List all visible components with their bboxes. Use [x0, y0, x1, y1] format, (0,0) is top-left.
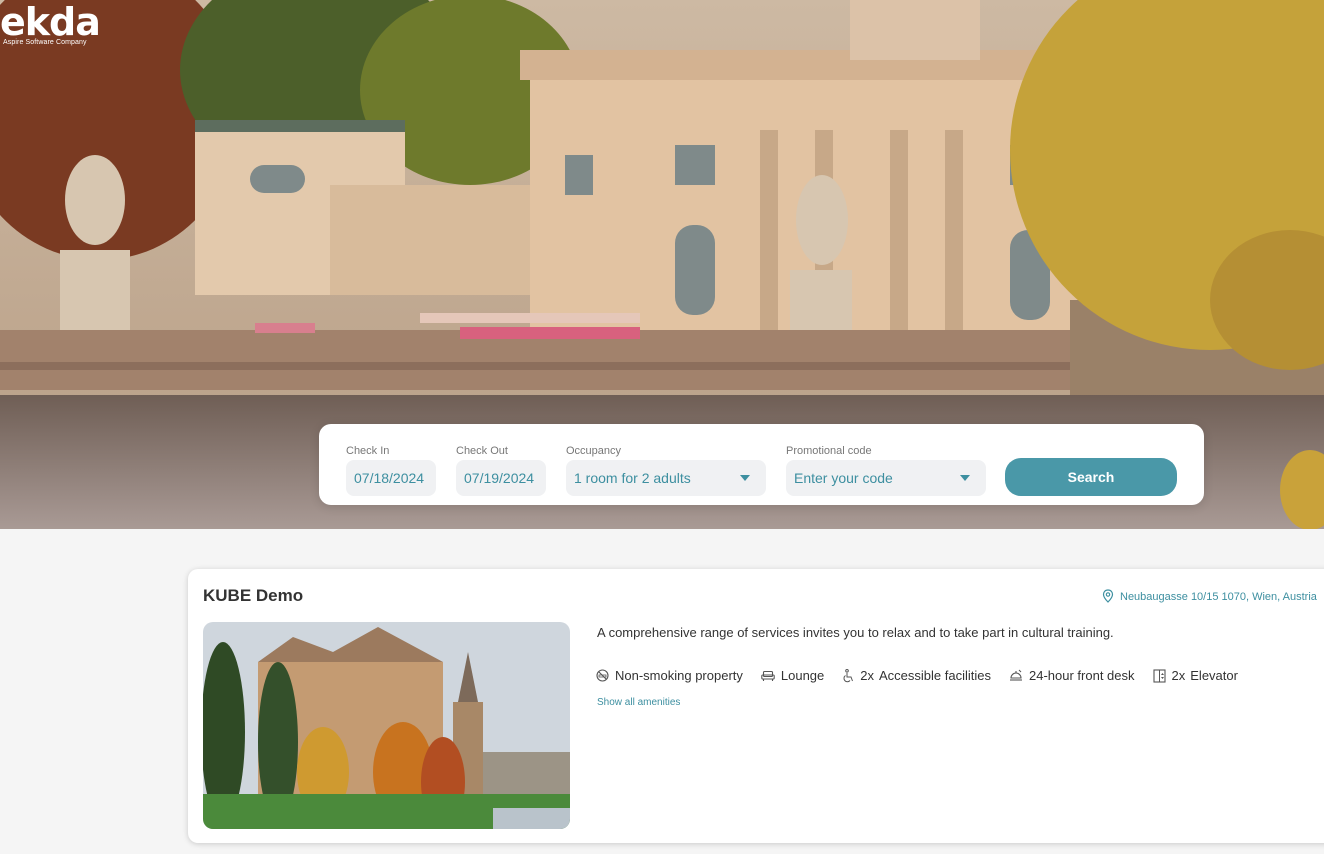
elevator-icon — [1152, 668, 1166, 683]
logo-tagline: Aspire Software Company — [3, 39, 87, 46]
sofa-icon — [761, 670, 775, 681]
hero-banner: ekda Aspire Software Company Check In 07… — [0, 0, 1324, 529]
amenity-label: Non-smoking property — [615, 668, 743, 683]
check-in-input[interactable]: 07/18/2024 — [346, 460, 436, 496]
amenity-label: Elevator — [1190, 668, 1238, 683]
hotel-building-image — [203, 622, 570, 829]
property-photo[interactable] — [203, 622, 570, 829]
amenity-label: 24-hour front desk — [1029, 668, 1135, 683]
logo-wordmark: ekda — [0, 0, 101, 44]
search-button[interactable]: Search — [1005, 458, 1177, 496]
amenity-item: Lounge — [761, 668, 824, 683]
location-pin-icon — [1102, 589, 1114, 603]
promo-code-placeholder: Enter your code — [794, 470, 893, 486]
wheelchair-icon — [843, 668, 854, 682]
property-address-text: Neubaugasse 10/15 1070, Wien, Austria — [1120, 590, 1317, 603]
amenities-list: Non-smoking property Lounge 2x Accessibl… — [596, 668, 1256, 683]
amenity-label: Accessible facilities — [879, 668, 992, 683]
no-smoking-icon — [596, 669, 609, 682]
amenity-count: 2x — [1171, 668, 1186, 683]
booking-search-bar: Check In 07/18/2024 Check Out 07/19/2024… — [319, 424, 1204, 505]
bell-desk-icon — [1010, 669, 1023, 681]
chevron-down-icon — [960, 475, 970, 481]
amenity-item: 2x Accessible facilities — [842, 668, 991, 683]
show-all-amenities-link[interactable]: Show all amenities — [597, 697, 680, 708]
occupancy-value: 1 room for 2 adults — [574, 470, 691, 486]
check-out-label: Check Out — [456, 445, 508, 457]
property-description: A comprehensive range of services invite… — [597, 625, 1114, 640]
amenity-label: Lounge — [780, 668, 825, 683]
promo-code-input[interactable]: Enter your code — [786, 460, 986, 496]
amenity-count: 2x — [860, 668, 875, 683]
amenity-item: 24-hour front desk — [1009, 668, 1135, 683]
property-name[interactable]: KUBE Demo — [203, 586, 303, 606]
property-card: KUBE Demo Neubaugasse 10/15 1070, Wien, … — [188, 569, 1324, 843]
occupancy-label: Occupancy — [566, 445, 622, 457]
check-in-label: Check In — [346, 445, 390, 457]
amenity-item: 2x Elevator — [1152, 668, 1238, 683]
ekda-logo[interactable]: ekda Aspire Software Company — [0, 0, 101, 46]
property-address[interactable]: Neubaugasse 10/15 1070, Wien, Austria — [1102, 589, 1317, 604]
chevron-down-icon — [740, 475, 750, 481]
promo-code-label: Promotional code — [786, 445, 872, 457]
occupancy-select[interactable]: 1 room for 2 adults — [566, 460, 766, 496]
check-out-input[interactable]: 07/19/2024 — [456, 460, 546, 496]
amenity-item: Non-smoking property — [596, 668, 743, 683]
